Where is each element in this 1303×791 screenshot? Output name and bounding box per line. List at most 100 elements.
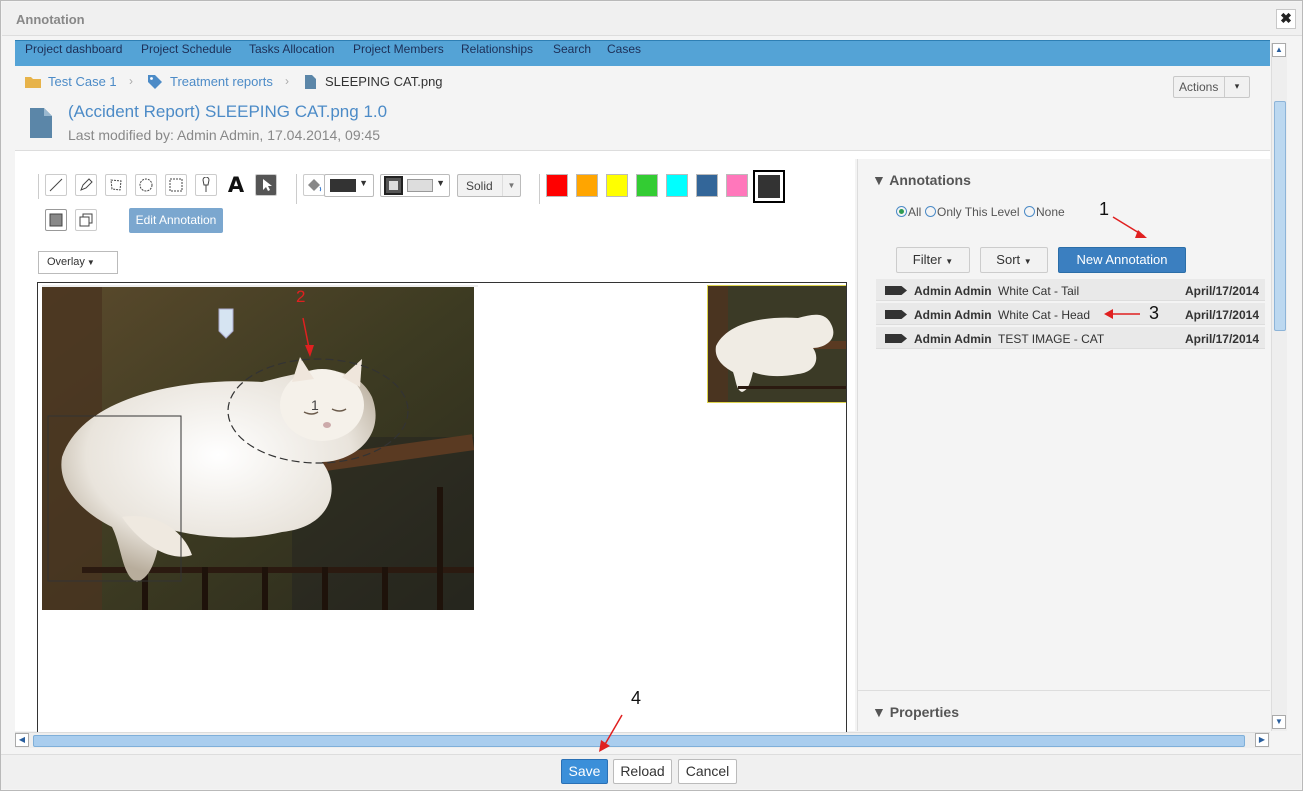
line-tool-icon[interactable]	[45, 174, 67, 196]
annotation-canvas[interactable]: 1 2	[37, 282, 847, 732]
chevron-down-icon: ▾	[1224, 77, 1249, 97]
annotation-row[interactable]: Admin Admin TEST IMAGE - CAT April/17/20…	[876, 327, 1265, 349]
scroll-left-icon[interactable]: ◀	[15, 733, 29, 747]
color-swatch-dark-selected[interactable]	[753, 170, 785, 203]
callout-1: 1	[1099, 199, 1110, 219]
filter-all-radio[interactable]: All	[896, 205, 921, 219]
polygon-tool-icon[interactable]	[105, 174, 127, 196]
reload-button[interactable]: Reload	[613, 759, 672, 784]
dialog-titlebar: Annotation ✖	[2, 2, 1302, 36]
horizontal-scrollbar[interactable]: ◀ ▶	[15, 732, 1270, 748]
chevron-down-icon: ▼	[502, 175, 520, 196]
annotation-name: TEST IMAGE - CAT	[998, 332, 1105, 346]
nav-project-schedule[interactable]: Project Schedule	[141, 42, 232, 56]
edit-annotation-button[interactable]: Edit Annotation	[129, 208, 223, 233]
overlay-label: Overlay	[47, 256, 85, 268]
tag-icon	[148, 75, 162, 89]
line-style-select[interactable]: Solid ▼	[457, 174, 521, 197]
chevron-right-icon: ›	[129, 74, 133, 88]
vertical-scroll-thumb[interactable]	[1274, 101, 1286, 331]
annotation-date: April/17/2014	[1184, 284, 1259, 298]
color-swatch-pink[interactable]	[726, 174, 748, 197]
vertical-scrollbar[interactable]: ▲ ▼	[1271, 43, 1287, 731]
scroll-up-icon[interactable]: ▲	[1272, 43, 1286, 57]
tag-icon	[885, 310, 907, 319]
line-style-value: Solid	[466, 179, 493, 193]
callout-arrow-1	[1112, 216, 1147, 238]
document-icon	[305, 75, 316, 89]
scroll-right-icon[interactable]: ▶	[1255, 733, 1269, 747]
annotation-author: Admin Admin	[914, 284, 992, 298]
tag-icon	[885, 286, 907, 295]
nav-relationships[interactable]: Relationships	[461, 42, 533, 56]
callout-arrow-3	[1104, 309, 1140, 319]
sort-button[interactable]: Sort ▼	[980, 247, 1048, 273]
nav-search[interactable]: Search	[553, 42, 591, 56]
chevron-down-icon: ▼	[359, 178, 368, 188]
color-swatch-cyan[interactable]	[666, 174, 688, 197]
text-tool-icon[interactable]: A	[225, 174, 247, 196]
chevron-right-icon: ›	[285, 74, 289, 88]
color-swatch-orange[interactable]	[576, 174, 598, 197]
new-annotation-button[interactable]: New Annotation	[1058, 247, 1186, 273]
pin-tool-icon[interactable]	[195, 174, 217, 196]
tail-rect-annotation	[47, 415, 182, 582]
bring-front-icon[interactable]	[45, 209, 67, 231]
send-back-icon[interactable]	[75, 209, 97, 231]
document-large-icon	[30, 108, 52, 138]
document-title: (Accident Report) SLEEPING CAT.png 1.0	[68, 102, 388, 121]
filter-button[interactable]: Filter ▼	[896, 247, 970, 273]
annotation-name: White Cat - Head	[998, 308, 1091, 322]
annotation-date: April/17/2014	[1184, 332, 1259, 346]
breadcrumb-treatment-reports[interactable]: Treatment reports	[170, 74, 273, 89]
close-button[interactable]: ✖	[1276, 9, 1296, 29]
annotation-row[interactable]: Admin Admin White Cat - Head April/17/20…	[876, 303, 1265, 325]
ellipse-tool-icon[interactable]	[135, 174, 157, 196]
annotation-date: April/17/2014	[1184, 308, 1259, 322]
horizontal-scroll-thumb[interactable]	[33, 735, 1245, 747]
rectangle-tool-icon[interactable]	[165, 174, 187, 196]
chevron-down-icon: ▼	[86, 258, 95, 267]
select-tool-icon[interactable]	[255, 174, 277, 196]
filter-none-radio[interactable]: None	[1024, 205, 1065, 219]
triangle-down-icon: ▼	[872, 704, 886, 720]
document-modified-info: Last modified by: Admin Admin, 17.04.201…	[68, 127, 381, 143]
fill-bucket-icon[interactable]	[303, 174, 325, 196]
callout-3: 3	[1149, 303, 1160, 323]
chevron-down-icon: ▼	[945, 257, 954, 266]
annotation-name: White Cat - Tail	[998, 284, 1080, 298]
annotations-heading[interactable]: ▼ Annotations	[872, 172, 971, 188]
pencil-tool-icon[interactable]	[75, 174, 97, 196]
annotations-panel	[857, 159, 1270, 731]
actions-dropdown[interactable]: Actions ▾	[1173, 76, 1250, 98]
overlay-select[interactable]: Overlay ▼	[38, 251, 118, 274]
navigator-thumbnail[interactable]	[707, 285, 846, 403]
callout-4: 4	[631, 688, 642, 708]
nav-project-dashboard[interactable]: Project dashboard	[25, 42, 122, 56]
callout-2: 2	[296, 287, 306, 306]
color-swatch-green[interactable]	[636, 174, 658, 197]
nav-cases[interactable]: Cases	[607, 42, 641, 56]
filter-level-radio[interactable]: Only This Level	[925, 205, 1019, 219]
project-nav-bar: Project dashboard Project Schedule Tasks…	[15, 40, 1270, 66]
content-divider	[15, 150, 1270, 159]
breadcrumb-test-case[interactable]: Test Case 1	[48, 74, 117, 89]
chevron-down-icon: ▼	[1023, 257, 1032, 266]
annotation-row[interactable]: Admin Admin White Cat - Tail April/17/20…	[876, 279, 1265, 301]
nav-project-members[interactable]: Project Members	[353, 42, 444, 56]
fill-color-picker[interactable]: ▼	[324, 174, 374, 197]
scroll-down-icon[interactable]: ▼	[1272, 715, 1286, 729]
nav-tasks-allocation[interactable]: Tasks Allocation	[249, 42, 334, 56]
pin-marker-icon	[218, 308, 234, 339]
cancel-button[interactable]: Cancel	[678, 759, 737, 784]
color-swatch-red[interactable]	[546, 174, 568, 197]
save-button[interactable]: Save	[561, 759, 608, 784]
properties-divider	[857, 690, 1270, 691]
annotation-number-label: 1	[311, 397, 319, 413]
color-swatch-yellow[interactable]	[606, 174, 628, 197]
color-swatch-blue[interactable]	[696, 174, 718, 197]
properties-heading[interactable]: ▼ Properties	[872, 704, 959, 720]
tag-icon	[885, 334, 907, 343]
stroke-color-picker[interactable]: ▼	[380, 174, 450, 197]
annotation-author: Admin Admin	[914, 332, 992, 346]
